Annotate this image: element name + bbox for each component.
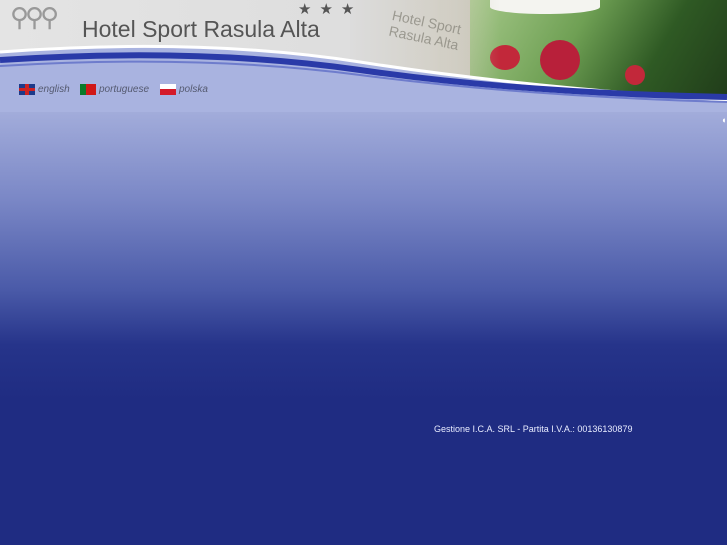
uk-flag-icon bbox=[19, 84, 35, 95]
page-title: Hotel Sport Rasula Alta bbox=[82, 16, 320, 42]
star-rating: ★★★ bbox=[298, 1, 363, 18]
footer-company-info: Gestione I.C.A. SRL - Partita I.V.A.: 00… bbox=[434, 424, 633, 434]
language-label: polska bbox=[179, 84, 208, 95]
poland-flag-icon bbox=[160, 84, 176, 95]
language-english-link[interactable]: english bbox=[19, 84, 70, 95]
hotel-logo-icon: ⚲⚲⚲ bbox=[10, 2, 59, 32]
language-portuguese-link[interactable]: portuguese bbox=[80, 84, 149, 95]
language-label: english bbox=[38, 84, 70, 95]
language-polska-link[interactable]: polska bbox=[160, 84, 208, 95]
side-edge-mark: ◖ bbox=[721, 115, 727, 125]
language-label: portuguese bbox=[99, 84, 150, 95]
portugal-flag-icon bbox=[80, 84, 96, 95]
header-wave bbox=[0, 44, 727, 112]
